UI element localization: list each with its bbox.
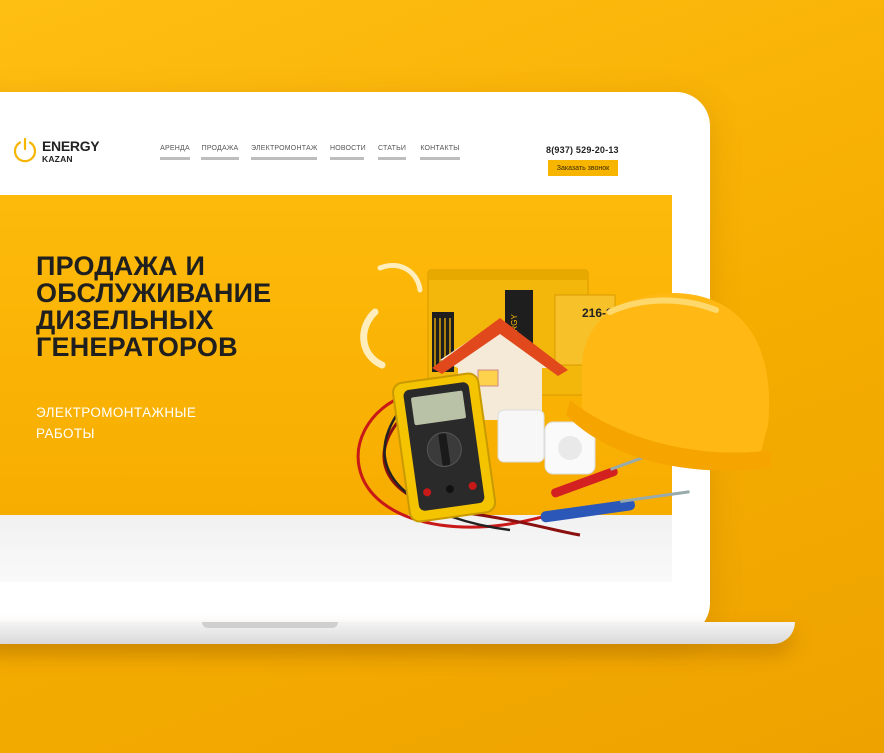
logo-name: ENERGY bbox=[42, 138, 100, 154]
brush-stroke bbox=[377, 263, 423, 293]
call-request-button[interactable]: Заказать звонок bbox=[548, 160, 618, 176]
nav-item-arenda[interactable]: АРЕНДА bbox=[160, 145, 190, 160]
hero-title: ПРОДАЖА И ОБСЛУЖИВАНИЕ ДИЗЕЛЬНЫХ ГЕНЕРАТ… bbox=[36, 251, 272, 362]
multimeter-icon bbox=[392, 372, 497, 523]
nav-item-kontakty[interactable]: КОНТАКТЫ bbox=[420, 145, 460, 160]
power-icon bbox=[13, 137, 37, 163]
logo[interactable]: ENERGY KAZAN bbox=[12, 134, 122, 174]
logo-subtitle: KAZAN bbox=[42, 154, 73, 164]
nav-item-novosti[interactable]: НОВОСТИ bbox=[330, 145, 366, 160]
brush-stroke bbox=[360, 308, 386, 369]
nav-item-stati[interactable]: СТАТЬИ bbox=[378, 145, 406, 160]
hero-subtitle[interactable]: ЭЛЕКТРОМОНТАЖНЫЕ РАБОТЫ bbox=[36, 402, 256, 444]
laptop-notch bbox=[202, 622, 338, 628]
phone-number[interactable]: 8(937) 529-20-13 bbox=[546, 145, 619, 155]
nav-item-elektromontazh[interactable]: ЭЛЕКТРОМОНТАЖ bbox=[251, 145, 317, 160]
laptop-base bbox=[0, 622, 795, 644]
site-header: ENERGY KAZAN АРЕНДА ПРОДАЖА ЭЛЕКТРОМОНТА… bbox=[0, 92, 672, 195]
hero-illustration: ENERGY 216-39-88 bbox=[356, 263, 772, 537]
socket-icon bbox=[497, 409, 545, 463]
nav-item-prodazha[interactable]: ПРОДАЖА bbox=[201, 145, 239, 160]
